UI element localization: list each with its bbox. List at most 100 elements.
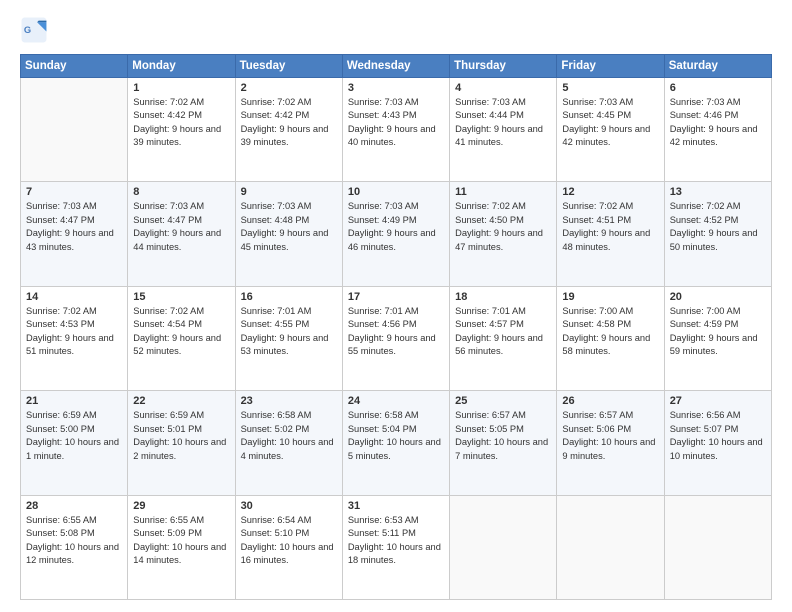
day-info: Sunrise: 6:55 AM Sunset: 5:08 PM Dayligh… bbox=[26, 514, 122, 568]
week-row-0: 1 Sunrise: 7:02 AM Sunset: 4:42 PM Daylig… bbox=[21, 78, 772, 182]
calendar-cell: 11 Sunrise: 7:02 AM Sunset: 4:50 PM Dayli… bbox=[450, 182, 557, 286]
day-number: 8 bbox=[133, 186, 229, 198]
calendar-cell: 9Sunrise: 7:03 AM Sunset: 4:48 PM Daylig… bbox=[235, 182, 342, 286]
calendar-cell: 25 Sunrise: 6:57 AM Sunset: 5:05 PM Dayli… bbox=[450, 391, 557, 495]
calendar-cell: 5 Sunrise: 7:03 AM Sunset: 4:45 PM Daylig… bbox=[557, 78, 664, 182]
day-info: Sunrise: 7:02 AM Sunset: 4:52 PM Dayligh… bbox=[670, 200, 766, 254]
weekday-saturday: Saturday bbox=[664, 55, 771, 78]
day-info: Sunrise: 6:57 AM Sunset: 5:05 PM Dayligh… bbox=[455, 409, 551, 463]
calendar-cell: 14 Sunrise: 7:02 AM Sunset: 4:53 PM Dayli… bbox=[21, 286, 128, 390]
day-number: 15 bbox=[133, 291, 229, 303]
calendar-cell: 6 Sunrise: 7:03 AM Sunset: 4:46 PM Daylig… bbox=[664, 78, 771, 182]
day-number: 7 bbox=[26, 186, 122, 198]
day-info: Sunrise: 6:59 AM Sunset: 5:01 PM Dayligh… bbox=[133, 409, 229, 463]
day-info: Sunrise: 6:54 AM Sunset: 5:10 PM Dayligh… bbox=[241, 514, 337, 568]
calendar-cell: 24 Sunrise: 6:58 AM Sunset: 5:04 PM Dayli… bbox=[342, 391, 449, 495]
day-info: Sunrise: 7:00 AM Sunset: 4:58 PM Dayligh… bbox=[562, 305, 658, 359]
calendar-cell: 31Sunrise: 6:53 AM Sunset: 5:11 PM Dayli… bbox=[342, 495, 449, 599]
day-info: Sunrise: 7:02 AM Sunset: 4:42 PM Dayligh… bbox=[241, 96, 337, 150]
day-info: Sunrise: 7:03 AM Sunset: 4:46 PM Dayligh… bbox=[670, 96, 766, 150]
weekday-thursday: Thursday bbox=[450, 55, 557, 78]
day-info: Sunrise: 6:58 AM Sunset: 5:02 PM Dayligh… bbox=[241, 409, 337, 463]
day-number: 21 bbox=[26, 395, 122, 407]
day-info: Sunrise: 7:03 AM Sunset: 4:48 PM Dayligh… bbox=[241, 200, 337, 254]
day-number: 16 bbox=[241, 291, 337, 303]
calendar-cell bbox=[450, 495, 557, 599]
logo-icon: G bbox=[20, 16, 48, 44]
calendar-cell: 13 Sunrise: 7:02 AM Sunset: 4:52 PM Dayli… bbox=[664, 182, 771, 286]
svg-text:G: G bbox=[24, 25, 31, 35]
calendar-cell: 30 Sunrise: 6:54 AM Sunset: 5:10 PM Dayli… bbox=[235, 495, 342, 599]
day-number: 10 bbox=[348, 186, 444, 198]
calendar-cell: 21 Sunrise: 6:59 AM Sunset: 5:00 PM Dayli… bbox=[21, 391, 128, 495]
day-number: 17 bbox=[348, 291, 444, 303]
calendar-cell: 3 Sunrise: 7:03 AM Sunset: 4:43 PM Daylig… bbox=[342, 78, 449, 182]
day-number: 11 bbox=[455, 186, 551, 198]
calendar-cell: 7 Sunrise: 7:03 AM Sunset: 4:47 PM Daylig… bbox=[21, 182, 128, 286]
day-info: Sunrise: 7:02 AM Sunset: 4:50 PM Dayligh… bbox=[455, 200, 551, 254]
weekday-header-row: SundayMondayTuesdayWednesdayThursdayFrid… bbox=[21, 55, 772, 78]
day-info: Sunrise: 6:59 AM Sunset: 5:00 PM Dayligh… bbox=[26, 409, 122, 463]
calendar-cell: 15Sunrise: 7:02 AM Sunset: 4:54 PM Dayli… bbox=[128, 286, 235, 390]
day-number: 14 bbox=[26, 291, 122, 303]
day-info: Sunrise: 6:55 AM Sunset: 5:09 PM Dayligh… bbox=[133, 514, 229, 568]
weekday-monday: Monday bbox=[128, 55, 235, 78]
week-row-3: 21 Sunrise: 6:59 AM Sunset: 5:00 PM Dayli… bbox=[21, 391, 772, 495]
calendar-cell: 27 Sunrise: 6:56 AM Sunset: 5:07 PM Dayli… bbox=[664, 391, 771, 495]
day-info: Sunrise: 7:01 AM Sunset: 4:57 PM Dayligh… bbox=[455, 305, 551, 359]
day-number: 26 bbox=[562, 395, 658, 407]
calendar-cell bbox=[557, 495, 664, 599]
week-row-2: 14 Sunrise: 7:02 AM Sunset: 4:53 PM Dayli… bbox=[21, 286, 772, 390]
calendar-cell: 29 Sunrise: 6:55 AM Sunset: 5:09 PM Dayli… bbox=[128, 495, 235, 599]
day-info: Sunrise: 7:02 AM Sunset: 4:51 PM Dayligh… bbox=[562, 200, 658, 254]
day-number: 18 bbox=[455, 291, 551, 303]
day-info: Sunrise: 7:02 AM Sunset: 4:42 PM Dayligh… bbox=[133, 96, 229, 150]
day-info: Sunrise: 7:03 AM Sunset: 4:45 PM Dayligh… bbox=[562, 96, 658, 150]
day-info: Sunrise: 7:03 AM Sunset: 4:44 PM Dayligh… bbox=[455, 96, 551, 150]
day-info: Sunrise: 7:03 AM Sunset: 4:49 PM Dayligh… bbox=[348, 200, 444, 254]
calendar-cell: 2 Sunrise: 7:02 AM Sunset: 4:42 PM Daylig… bbox=[235, 78, 342, 182]
day-info: Sunrise: 7:02 AM Sunset: 4:53 PM Dayligh… bbox=[26, 305, 122, 359]
day-number: 22 bbox=[133, 395, 229, 407]
day-number: 6 bbox=[670, 82, 766, 94]
day-number: 20 bbox=[670, 291, 766, 303]
day-number: 13 bbox=[670, 186, 766, 198]
day-number: 27 bbox=[670, 395, 766, 407]
calendar-cell: 26 Sunrise: 6:57 AM Sunset: 5:06 PM Dayli… bbox=[557, 391, 664, 495]
day-number: 24 bbox=[348, 395, 444, 407]
calendar-cell: 8 Sunrise: 7:03 AM Sunset: 4:47 PM Daylig… bbox=[128, 182, 235, 286]
day-number: 23 bbox=[241, 395, 337, 407]
weekday-friday: Friday bbox=[557, 55, 664, 78]
day-info: Sunrise: 7:00 AM Sunset: 4:59 PM Dayligh… bbox=[670, 305, 766, 359]
day-info: Sunrise: 7:03 AM Sunset: 4:43 PM Dayligh… bbox=[348, 96, 444, 150]
day-number: 2 bbox=[241, 82, 337, 94]
day-number: 29 bbox=[133, 500, 229, 512]
calendar-cell: 16 Sunrise: 7:01 AM Sunset: 4:55 PM Dayli… bbox=[235, 286, 342, 390]
day-info: Sunrise: 7:01 AM Sunset: 4:56 PM Dayligh… bbox=[348, 305, 444, 359]
weekday-tuesday: Tuesday bbox=[235, 55, 342, 78]
day-number: 25 bbox=[455, 395, 551, 407]
day-number: 30 bbox=[241, 500, 337, 512]
day-info: Sunrise: 6:53 AM Sunset: 5:11 PM Dayligh… bbox=[348, 514, 444, 568]
calendar-cell: 17 Sunrise: 7:01 AM Sunset: 4:56 PM Dayli… bbox=[342, 286, 449, 390]
day-info: Sunrise: 7:01 AM Sunset: 4:55 PM Dayligh… bbox=[241, 305, 337, 359]
day-info: Sunrise: 6:58 AM Sunset: 5:04 PM Dayligh… bbox=[348, 409, 444, 463]
day-number: 5 bbox=[562, 82, 658, 94]
calendar-cell bbox=[21, 78, 128, 182]
calendar-cell: 22 Sunrise: 6:59 AM Sunset: 5:01 PM Dayli… bbox=[128, 391, 235, 495]
day-info: Sunrise: 6:56 AM Sunset: 5:07 PM Dayligh… bbox=[670, 409, 766, 463]
day-number: 1 bbox=[133, 82, 229, 94]
logo: G bbox=[20, 16, 52, 44]
day-info: Sunrise: 6:57 AM Sunset: 5:06 PM Dayligh… bbox=[562, 409, 658, 463]
calendar-table: SundayMondayTuesdayWednesdayThursdayFrid… bbox=[20, 54, 772, 600]
day-number: 3 bbox=[348, 82, 444, 94]
week-row-4: 28 Sunrise: 6:55 AM Sunset: 5:08 PM Dayli… bbox=[21, 495, 772, 599]
day-number: 28 bbox=[26, 500, 122, 512]
day-info: Sunrise: 7:03 AM Sunset: 4:47 PM Dayligh… bbox=[133, 200, 229, 254]
calendar-cell: 28 Sunrise: 6:55 AM Sunset: 5:08 PM Dayli… bbox=[21, 495, 128, 599]
calendar-cell: 4Sunrise: 7:03 AM Sunset: 4:44 PM Daylig… bbox=[450, 78, 557, 182]
weekday-sunday: Sunday bbox=[21, 55, 128, 78]
calendar-cell: 12Sunrise: 7:02 AM Sunset: 4:51 PM Dayli… bbox=[557, 182, 664, 286]
day-info: Sunrise: 7:03 AM Sunset: 4:47 PM Dayligh… bbox=[26, 200, 122, 254]
calendar-cell: 18 Sunrise: 7:01 AM Sunset: 4:57 PM Dayli… bbox=[450, 286, 557, 390]
